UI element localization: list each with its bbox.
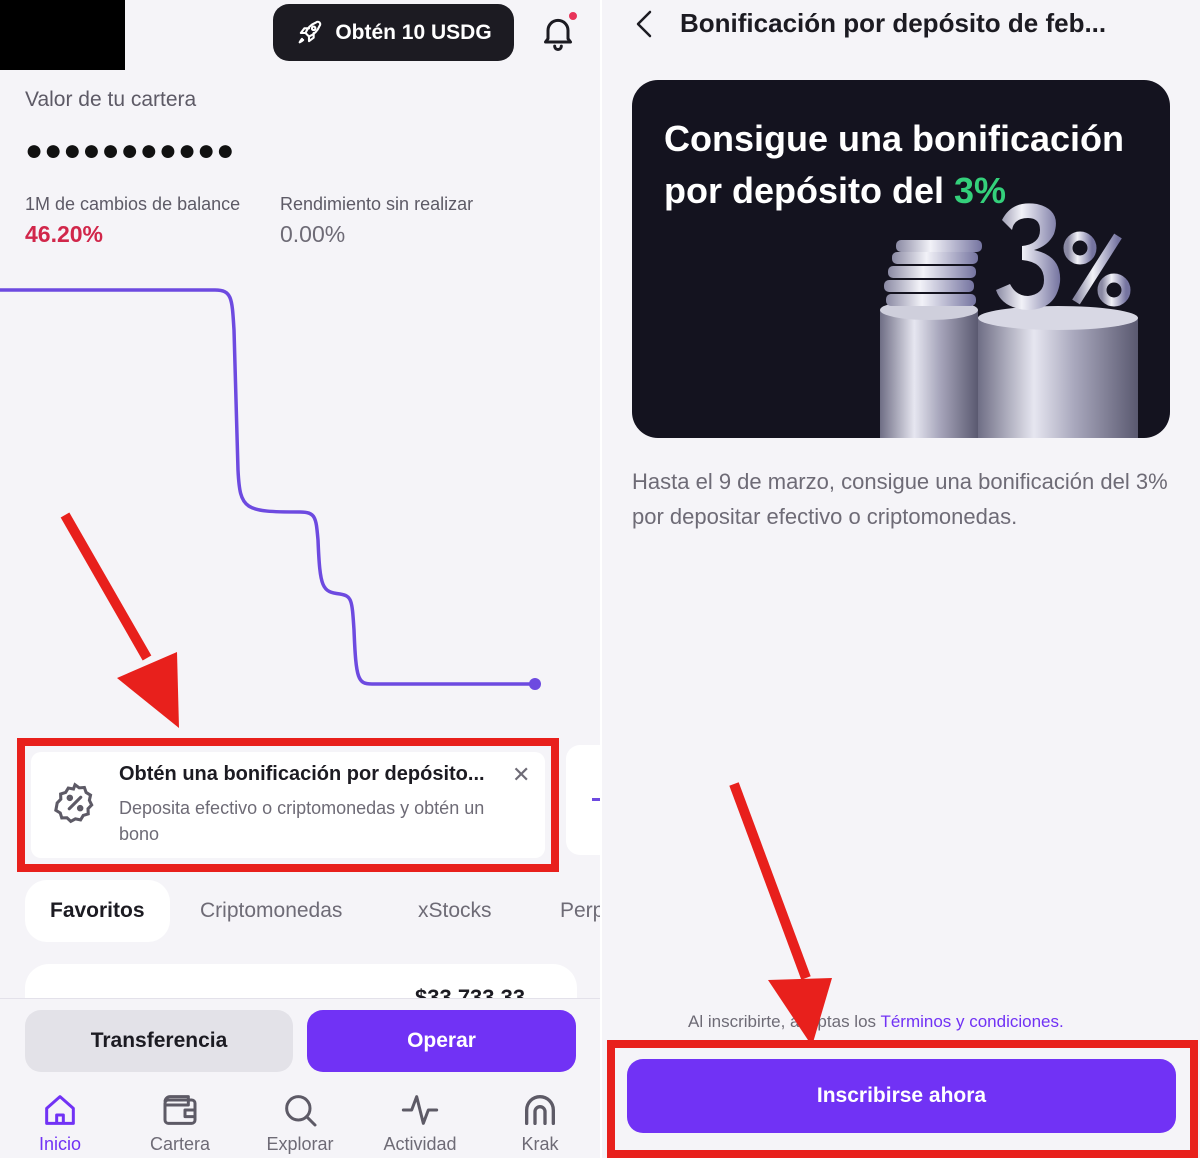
tab-perp[interactable]: Perp: [560, 880, 600, 942]
annotation-arrow-right: [729, 782, 832, 1046]
trade-button[interactable]: Operar: [307, 1010, 576, 1072]
home-screen: Obtén 10 USDG Valor de tu cartera ●●●●●●…: [0, 0, 600, 1158]
promo-description: Hasta el 9 de marzo, consigue una bonifi…: [632, 469, 1168, 529]
krak-icon: [525, 1095, 555, 1125]
page-title: Bonificación por depósito de feb...: [680, 8, 1107, 38]
notification-dot: [567, 10, 579, 22]
promo-hero-card: Consigue una bonificación por depósito d…: [632, 80, 1170, 438]
wallet-icon: [163, 1095, 197, 1125]
terms-link[interactable]: Términos y condiciones.: [880, 1012, 1063, 1031]
redacted-logo: [0, 0, 125, 70]
transfer-button[interactable]: Transferencia: [25, 1010, 293, 1072]
nav-explorar[interactable]: Explorar: [250, 1090, 350, 1158]
annotation-box-cta: [607, 1040, 1198, 1158]
get-usdg-label: Obtén 10 USDG: [335, 20, 492, 44]
activity-icon: [401, 1095, 439, 1125]
balance-change-label: 1M de cambios de balance: [25, 194, 241, 214]
nav-inicio-label: Inicio: [38, 1134, 82, 1154]
chart-endpoint: [529, 678, 541, 690]
portfolio-label: Valor de tu cartera: [25, 88, 197, 111]
unrealized-label: Rendimiento sin realizar: [280, 194, 474, 214]
balance-change-value: 46.20%: [25, 221, 104, 247]
home-icon: [45, 1095, 75, 1125]
unrealized-value: 0.00%: [280, 221, 346, 247]
tab-favoritos[interactable]: Favoritos: [25, 880, 170, 942]
hero-headline-line1: Consigue una bonificación: [664, 118, 1125, 159]
next-banner-mark: [592, 798, 600, 801]
nav-cartera[interactable]: Cartera: [130, 1090, 230, 1158]
tab-criptomonedas[interactable]: Criptomonedas: [200, 880, 342, 942]
search-icon: [285, 1095, 317, 1127]
nav-krak[interactable]: Krak: [490, 1090, 590, 1158]
annotation-box-banner: [17, 738, 559, 872]
annotation-arrow-left: [60, 512, 179, 728]
portfolio-value-hidden[interactable]: ●●●●●●●●●●●: [25, 134, 235, 168]
rocket-icon: [298, 20, 322, 43]
tab-xstocks[interactable]: xStocks: [418, 880, 492, 942]
nav-inicio[interactable]: Inicio: [10, 1090, 110, 1158]
nav-actividad[interactable]: Actividad: [370, 1090, 470, 1158]
nav-actividad-label: Actividad: [383, 1134, 457, 1154]
coin-stack-illustration: [880, 203, 1138, 438]
get-usdg-button[interactable]: Obtén 10 USDG: [273, 4, 514, 61]
nav-cartera-label: Cartera: [149, 1134, 211, 1154]
back-icon[interactable]: [632, 8, 658, 40]
nav-krak-label: Krak: [521, 1134, 559, 1154]
nav-explorar-label: Explorar: [266, 1134, 334, 1154]
